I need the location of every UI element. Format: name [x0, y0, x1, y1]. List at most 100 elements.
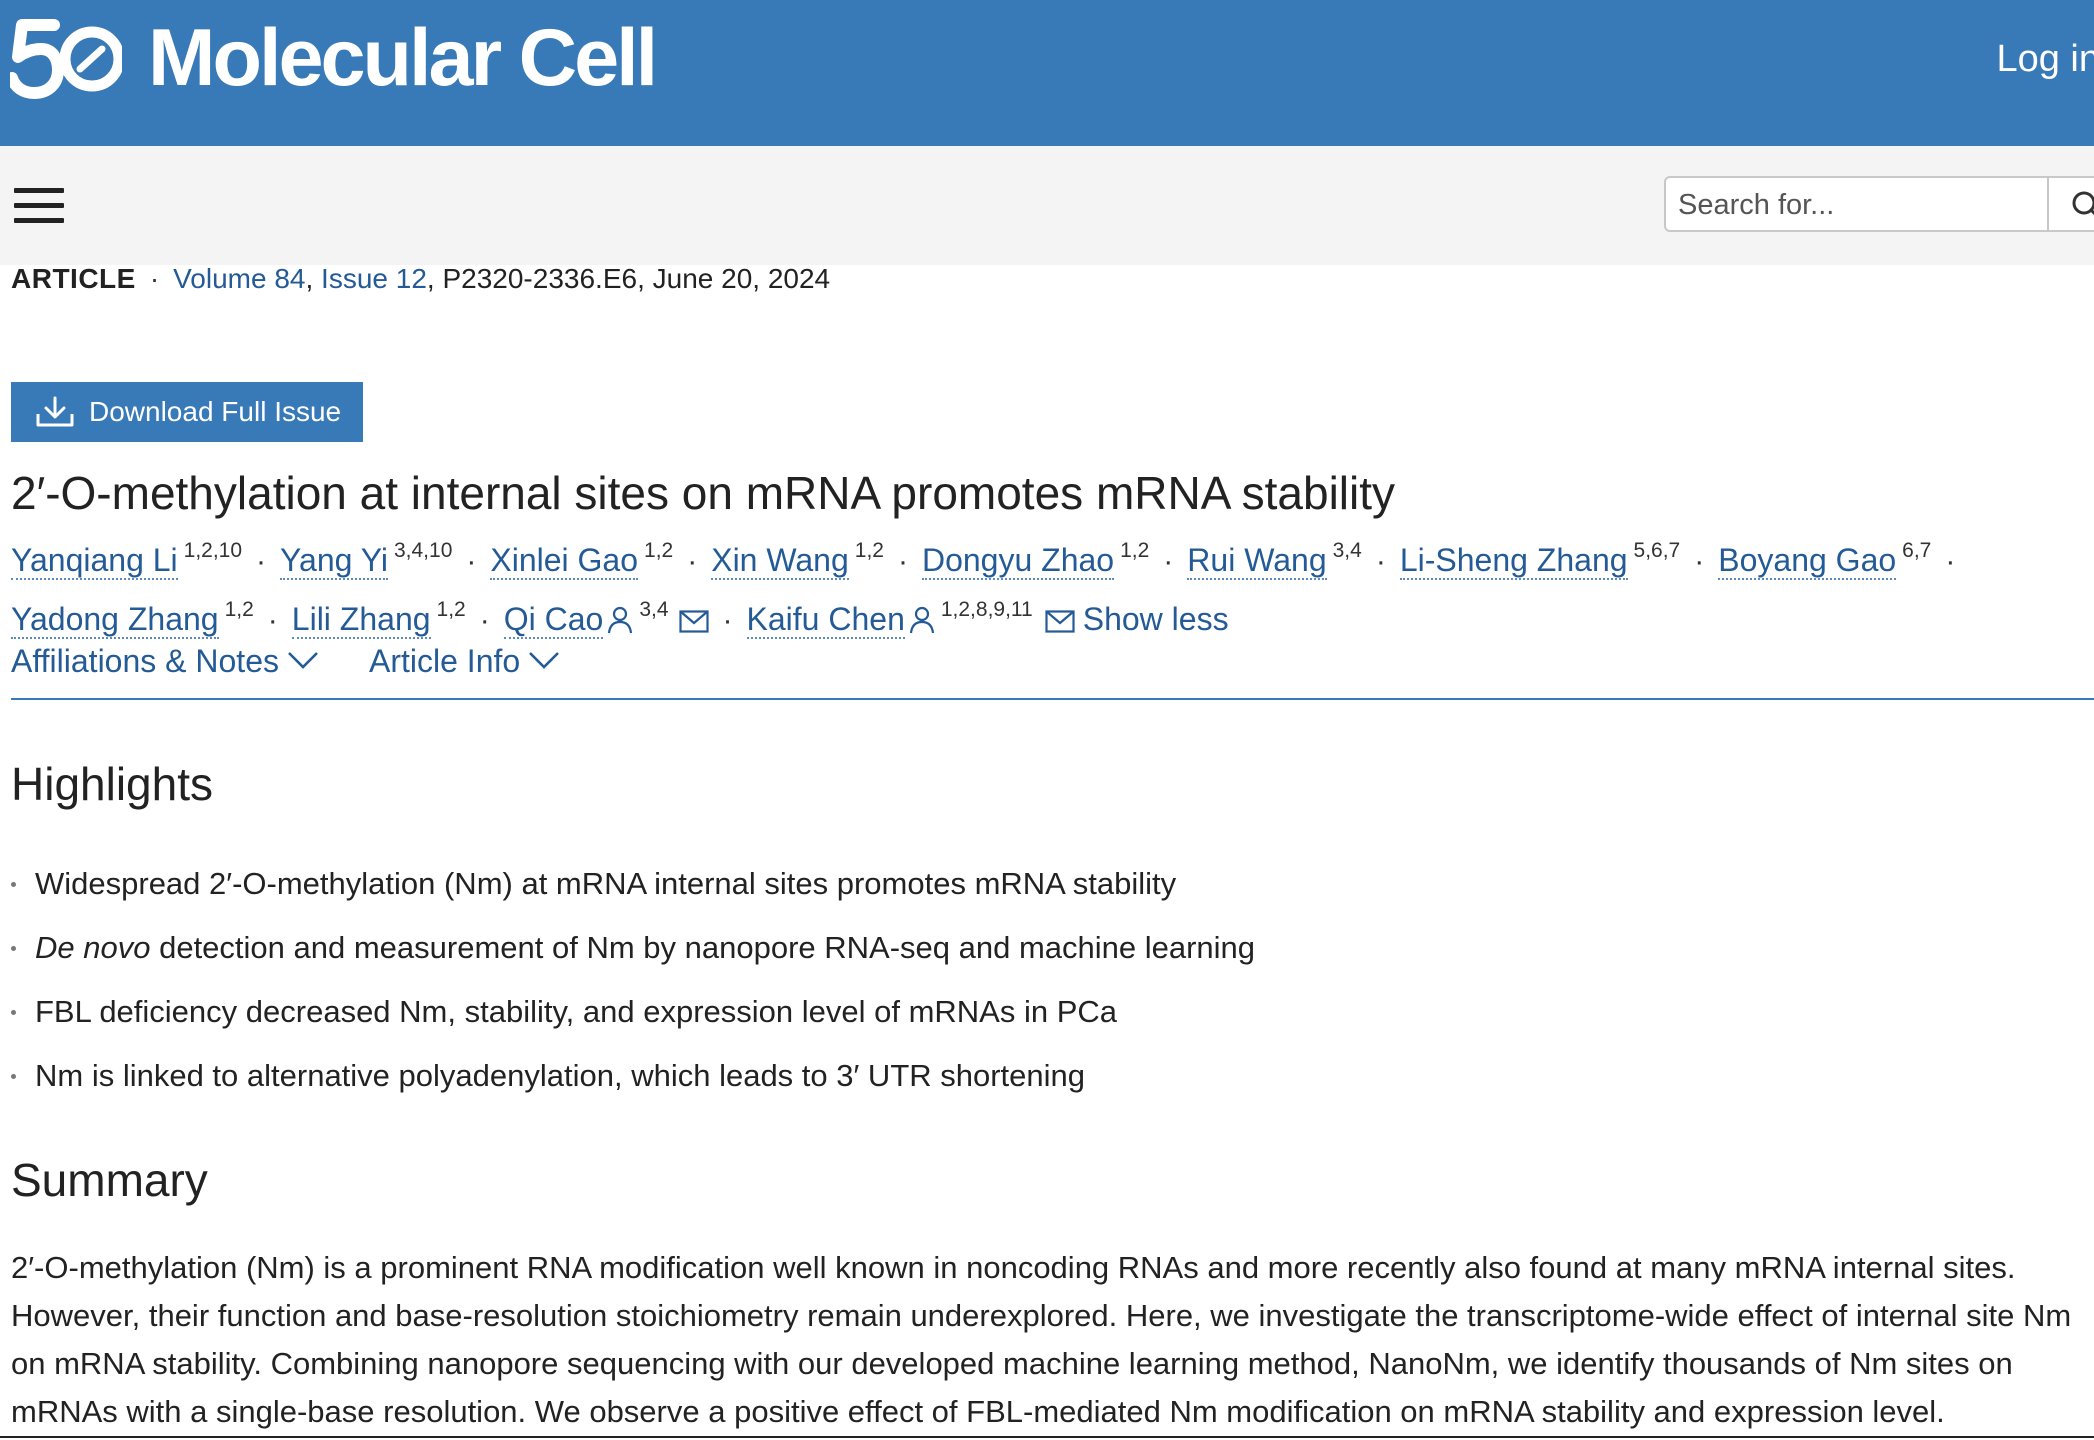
- separator-dot: ·: [687, 545, 698, 578]
- separator-dot: ·: [1694, 545, 1705, 578]
- author-affiliations: 1,2: [854, 539, 884, 562]
- highlight-item: FBL deficiency decreased Nm, stability, …: [11, 980, 1255, 1044]
- brand[interactable]: Molecular Cell: [10, 13, 658, 103]
- separator-dot: ·: [1375, 545, 1386, 578]
- show-less-link[interactable]: Show less: [1083, 601, 1229, 637]
- separator-dot: ·: [149, 263, 160, 294]
- author-name[interactable]: Yanqiang Li: [11, 542, 178, 580]
- author-affiliations: 3,4,10: [393, 539, 453, 562]
- volume-link[interactable]: Volume 84: [173, 263, 305, 294]
- highlights-heading: Highlights: [11, 758, 213, 810]
- author-name[interactable]: Kaifu Chen: [746, 601, 905, 639]
- separator-dot: ·: [466, 545, 477, 578]
- pages-date: , P2320-2336.E6, June 20, 2024: [426, 263, 831, 294]
- author-item: Dongyu Zhao 1,2: [921, 539, 1150, 580]
- author-item: Yanqiang Li 1,2,10: [11, 539, 243, 580]
- separator-dot: ·: [722, 604, 733, 637]
- highlight-text: FBL deficiency decreased Nm, stability, …: [35, 994, 1118, 1029]
- separator-dot: ·: [267, 604, 278, 637]
- article-meta: ARTICLE · Volume 84, Issue 12, P2320-2336.…: [11, 265, 2094, 293]
- bullet: [11, 946, 16, 951]
- author-affiliations: 3,4: [1332, 539, 1362, 562]
- bullet: [11, 1010, 16, 1015]
- mail-icon[interactable]: [678, 610, 709, 634]
- search-button[interactable]: [2047, 178, 2094, 230]
- highlight-text: detection and measurement of Nm by nanop…: [150, 930, 1256, 965]
- author-affiliations: 1,2,10: [183, 539, 243, 562]
- chevron-down-icon: [529, 652, 560, 669]
- author-affiliations: 5,6,7: [1633, 539, 1681, 562]
- author-name[interactable]: Lili Zhang: [291, 601, 431, 639]
- author-name[interactable]: Yang Yi: [280, 542, 388, 580]
- author-item: Yadong Zhang 1,2: [11, 598, 254, 639]
- download-icon: [36, 396, 74, 427]
- article-content: ARTICLE · Volume 84, Issue 12, P2320-2336.…: [11, 265, 2094, 1429]
- issue-link[interactable]: Issue 12: [321, 263, 427, 294]
- author-affiliations: 1,2: [644, 539, 674, 562]
- tab-affiliations-notes[interactable]: Affiliations & Notes: [11, 643, 319, 680]
- author-item: Xin Wang 1,2: [711, 539, 884, 580]
- author-item: Qi Cao 3,4: [503, 598, 709, 639]
- tab-label: Affiliations & Notes: [11, 643, 279, 679]
- download-label: Download Full Issue: [89, 396, 342, 427]
- author-name[interactable]: Xin Wang: [711, 542, 849, 580]
- author-name[interactable]: Rui Wang: [1187, 542, 1327, 580]
- bullet: [11, 1074, 16, 1079]
- author-name[interactable]: Boyang Gao: [1718, 542, 1897, 580]
- highlight-emphasis: De novo: [35, 930, 151, 965]
- author-list: Yanqiang Li 1,2,10 · Yang Yi 3,4,10 · Xinlei G…: [11, 527, 2091, 645]
- comma: ,: [305, 263, 322, 294]
- author-affiliations: 1,2,8,9,11: [940, 598, 1033, 621]
- navigation-bar: [0, 146, 2094, 265]
- top-bar: Molecular Cell Log in: [0, 0, 2094, 146]
- article-tabs: Affiliations & Notes Article Info: [11, 643, 2094, 700]
- article-title: 2′-O-methylation at internal sites on mR…: [11, 467, 1396, 519]
- author-affiliations: 1,2: [224, 598, 254, 621]
- download-full-issue-button[interactable]: Download Full Issue: [11, 382, 363, 442]
- highlight-text: Widespread 2′-O-methylation (Nm) at mRNA…: [35, 866, 1177, 901]
- search-box: [1664, 176, 2094, 232]
- author-item: Boyang Gao 6,7: [1718, 539, 1932, 580]
- separator-dot: ·: [256, 545, 267, 578]
- separator-dot: ·: [1945, 545, 1956, 578]
- bullet: [11, 882, 16, 887]
- person-icon: [608, 606, 633, 634]
- separator-dot: ·: [479, 604, 490, 637]
- author-name[interactable]: Li-Sheng Zhang: [1399, 542, 1628, 580]
- author-affiliations: 6,7: [1902, 539, 1932, 562]
- separator-dot: ·: [897, 545, 908, 578]
- author-name[interactable]: Yadong Zhang: [11, 601, 219, 639]
- highlight-item: Widespread 2′-O-methylation (Nm) at mRNA…: [11, 852, 1255, 916]
- mail-icon[interactable]: [1045, 610, 1075, 634]
- highlight-text: Nm is linked to alternative polyadenylat…: [35, 1058, 1086, 1093]
- author-item: Lili Zhang 1,2: [291, 598, 466, 639]
- brand-name: Molecular Cell: [148, 13, 658, 103]
- search-input[interactable]: [1678, 187, 2038, 223]
- author-affiliations: 1,2: [436, 598, 466, 621]
- login-link[interactable]: Log in: [1996, 38, 2094, 81]
- author-item: Rui Wang 3,4: [1187, 539, 1362, 580]
- author-name[interactable]: Dongyu Zhao: [921, 542, 1115, 580]
- search-icon: [2072, 191, 2094, 216]
- author-item: Xinlei Gao 1,2: [490, 539, 674, 580]
- summary-heading: Summary: [11, 1154, 208, 1206]
- journal-logo: [10, 18, 122, 99]
- author-name[interactable]: Qi Cao: [503, 601, 604, 639]
- chevron-down-icon: [288, 652, 318, 669]
- author-item: Yang Yi 3,4,10: [280, 539, 453, 580]
- author-affiliations: 1,2: [1120, 539, 1150, 562]
- article-type: ARTICLE: [11, 263, 136, 294]
- summary-text: 2′-O-methylation (Nm) is a prominent RNA…: [11, 1250, 2072, 1429]
- author-item: Li-Sheng Zhang 5,6,7: [1399, 539, 1681, 580]
- divider: [0, 1436, 2094, 1438]
- person-icon: [909, 606, 934, 634]
- author-name[interactable]: Xinlei Gao: [490, 542, 639, 580]
- tab-label: Article Info: [369, 643, 521, 679]
- highlights-list: Widespread 2′-O-methylation (Nm) at mRNA…: [11, 852, 1255, 1108]
- hamburger-icon[interactable]: [14, 188, 64, 224]
- tab-article-info[interactable]: Article Info: [369, 643, 560, 680]
- author-item: Kaifu Chen 1,2,8,9,11: [746, 598, 1075, 639]
- highlight-item: De novo detection and measurement of Nm …: [11, 916, 1255, 980]
- highlight-item: Nm is linked to alternative polyadenylat…: [11, 1044, 1255, 1108]
- separator-dot: ·: [1163, 545, 1174, 578]
